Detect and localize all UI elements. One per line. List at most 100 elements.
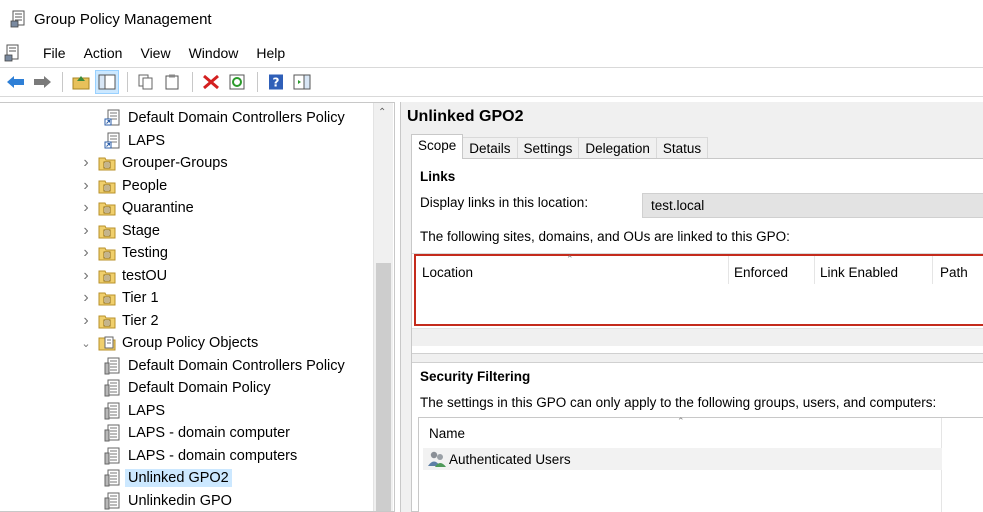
chevron-down-icon[interactable]: ⌄ xyxy=(80,337,92,350)
show-hide-console-tree-button[interactable] xyxy=(95,70,119,94)
window-title: Group Policy Management xyxy=(34,10,212,28)
tree-item[interactable]: › Testing xyxy=(80,242,168,264)
back-button[interactable] xyxy=(4,70,28,94)
gpo-document-icon xyxy=(104,469,120,487)
tree-item[interactable]: LAPS - domain computer xyxy=(104,422,290,444)
chevron-right-icon[interactable]: › xyxy=(80,199,92,217)
folder-up-icon xyxy=(72,76,90,90)
delete-x-icon xyxy=(203,74,219,90)
tree-item[interactable]: Default Domain Controllers Policy xyxy=(104,355,345,377)
gpo-title: Unlinked GPO2 xyxy=(407,108,524,125)
links-description: The following sites, domains, and OUs ar… xyxy=(420,229,790,244)
help-button[interactable]: ? xyxy=(264,70,288,94)
tab-settings[interactable]: Settings xyxy=(516,137,580,159)
console-tree[interactable]: Default Domain Controllers Policy LAPS › Gr… xyxy=(0,102,395,512)
tree-item[interactable]: Default Domain Controllers Policy xyxy=(104,107,345,129)
tree-item[interactable]: › testOU xyxy=(80,265,167,287)
refresh-icon xyxy=(229,74,245,90)
gpo-container-folder-icon xyxy=(98,336,116,351)
tree-vertical-scrollbar[interactable]: ⌃ xyxy=(373,103,393,511)
menu-window[interactable]: Window xyxy=(180,45,248,61)
menu-action[interactable]: Action xyxy=(75,45,132,61)
tree-item[interactable]: › Grouper-Groups xyxy=(80,152,228,174)
column-name[interactable]: Name xyxy=(429,426,465,441)
tree-item-label: People xyxy=(122,177,168,194)
paste-icon xyxy=(165,74,179,90)
tree-item[interactable]: › Tier 2 xyxy=(80,310,158,332)
menu-view[interactable]: View xyxy=(131,45,179,61)
copy-button[interactable] xyxy=(134,70,158,94)
tree-item[interactable]: LAPS - domain computers xyxy=(104,445,297,467)
tab-status[interactable]: Status xyxy=(655,137,709,159)
refresh-button[interactable] xyxy=(225,70,249,94)
ou-folder-icon xyxy=(98,292,116,306)
tree-item[interactable]: Default Domain Policy xyxy=(104,377,271,399)
chevron-right-icon[interactable]: › xyxy=(80,312,92,330)
menu-help[interactable]: Help xyxy=(247,45,294,61)
tree-item[interactable]: LAPS xyxy=(104,400,165,422)
svg-text:?: ? xyxy=(273,76,280,90)
ou-folder-icon xyxy=(98,315,116,328)
chevron-right-icon[interactable]: › xyxy=(80,289,92,307)
security-filtering-table: ⌃ Name Authenticated Users xyxy=(418,416,983,512)
help-question-icon: ? xyxy=(269,74,283,90)
gpo-document-icon xyxy=(104,424,120,442)
gpo-header: Unlinked GPO2 xyxy=(401,102,983,132)
gpo-document-icon xyxy=(104,492,120,509)
column-location[interactable]: Location xyxy=(422,265,473,280)
tree-item-label: Unlinked GPO2 xyxy=(125,469,232,487)
scroll-up-icon[interactable]: ⌃ xyxy=(378,107,386,118)
tree-item[interactable]: › Stage xyxy=(80,220,160,242)
back-arrow-icon xyxy=(7,76,24,88)
table-row[interactable]: Authenticated Users xyxy=(423,448,942,470)
chevron-right-icon[interactable]: › xyxy=(80,154,92,172)
tree-item[interactable]: Unlinked GPO2 xyxy=(104,467,232,489)
tree-item[interactable]: LAPS xyxy=(104,130,165,152)
menu-file[interactable]: File xyxy=(34,45,75,61)
users-group-icon xyxy=(428,451,446,467)
menu-bar: File Action View Window Help xyxy=(0,40,983,66)
tree-item-label: LAPS - domain computers xyxy=(128,447,298,464)
tree-item-label: Unlinkedin GPO xyxy=(128,492,232,509)
chevron-right-icon[interactable]: › xyxy=(80,177,92,195)
ou-folder-icon xyxy=(98,225,116,238)
tree-item-label: testOU xyxy=(122,267,168,284)
sort-caret-icon: ⌃ xyxy=(677,416,685,426)
tree-item[interactable]: › People xyxy=(80,175,167,197)
column-path[interactable]: Path xyxy=(940,265,968,280)
tree-item-label: Group Policy Objects xyxy=(122,335,259,351)
tree-item[interactable]: › Tier 1 xyxy=(80,287,158,309)
console-tree-icon xyxy=(98,74,116,90)
show-hide-action-pane-button[interactable] xyxy=(290,70,314,94)
scope-tab-content: Links Display links in this location: te… xyxy=(411,158,983,512)
scrollbar-thumb[interactable] xyxy=(376,263,391,511)
tab-delegation[interactable]: Delegation xyxy=(578,137,657,159)
tree-item[interactable]: Unlinkedin GPO xyxy=(104,490,232,512)
tree-item-label: Default Domain Controllers Policy xyxy=(128,357,345,374)
column-link-enabled[interactable]: Link Enabled xyxy=(820,265,898,280)
location-dropdown[interactable]: test.local xyxy=(642,193,983,218)
column-enforced[interactable]: Enforced xyxy=(734,265,788,280)
links-horizontal-scrollbar[interactable] xyxy=(412,328,983,346)
security-filtering-description: The settings in this GPO can only apply … xyxy=(420,395,937,410)
tree-item[interactable]: › Quarantine xyxy=(80,197,193,219)
gpo-document-icon xyxy=(104,402,120,419)
column-divider[interactable] xyxy=(728,256,729,284)
display-links-label: Display links in this location: xyxy=(420,195,589,210)
copy-icon xyxy=(138,74,153,90)
section-splitter[interactable] xyxy=(412,353,983,363)
tree-item[interactable]: ⌄ Group Policy Objects xyxy=(80,332,258,354)
forward-button[interactable] xyxy=(30,70,54,94)
up-one-level-button[interactable] xyxy=(69,70,93,94)
tab-details[interactable]: Details xyxy=(462,137,518,159)
tree-item-label: Grouper-Groups xyxy=(122,155,228,171)
chevron-right-icon[interactable]: › xyxy=(80,267,92,285)
paste-button[interactable] xyxy=(160,70,184,94)
chevron-right-icon[interactable]: › xyxy=(80,244,92,262)
chevron-right-icon[interactable]: › xyxy=(80,222,92,240)
column-divider[interactable] xyxy=(814,256,815,284)
system-menu-icon[interactable] xyxy=(4,44,22,62)
delete-button[interactable] xyxy=(199,70,223,94)
column-divider[interactable] xyxy=(932,256,933,284)
tab-scope[interactable]: Scope xyxy=(411,134,464,159)
